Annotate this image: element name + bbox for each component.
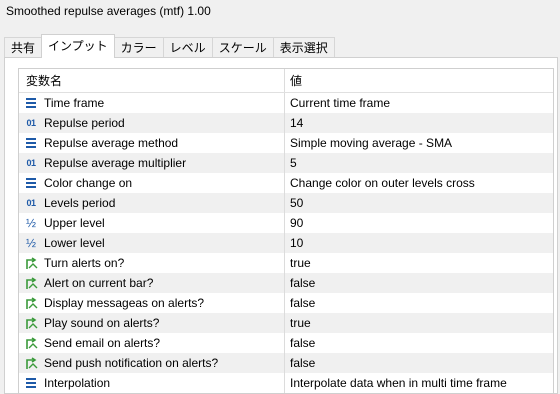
parameter-name: Turn alerts on? (44, 256, 125, 270)
tab-4[interactable]: スケール (211, 37, 274, 58)
parameter-name-cell: Display messageas on alerts? (19, 293, 285, 313)
boolean-icon (24, 316, 38, 330)
table-row[interactable]: Play sound on alerts? true (19, 313, 553, 333)
tab-2[interactable]: カラー (113, 37, 164, 58)
parameter-name: Interpolation (44, 376, 111, 390)
parameter-value[interactable]: 5 (285, 153, 553, 173)
integer-icon: 01 (26, 158, 36, 168)
list-icon (24, 136, 38, 150)
parameter-value[interactable]: false (285, 333, 553, 353)
table-row[interactable]: Repulse average method Simple moving aver… (19, 133, 553, 153)
inputs-table: 変数名 値 Time frame Current time frame 01 Repu… (18, 68, 554, 394)
boolean-icon (24, 296, 38, 310)
parameter-name-cell: Send email on alerts? (19, 333, 285, 353)
boolean-icon (24, 256, 38, 270)
parameter-name: Send push notification on alerts? (44, 356, 219, 370)
table-row[interactable]: ½ Upper level 90 (19, 213, 553, 233)
integer-icon: 01 (26, 118, 36, 128)
parameter-name-cell: ½ Lower level (19, 233, 285, 253)
table-row[interactable]: ½ Lower level 10 (19, 233, 553, 253)
tab-0[interactable]: 共有 (4, 37, 43, 58)
tab-1[interactable]: インプット (41, 34, 115, 58)
tab-bar: 共有 インプット カラー レベル スケール 表示選択 (4, 34, 556, 58)
parameter-name: Levels period (44, 196, 116, 210)
table-row[interactable]: Alert on current bar? false (19, 273, 553, 293)
parameter-name-cell: 01 Repulse period (19, 113, 285, 133)
parameter-name: Repulse average method (44, 136, 179, 150)
inputs-panel: 変数名 値 Time frame Current time frame 01 Repu… (4, 57, 558, 394)
table-body: Time frame Current time frame 01 Repulse pe… (19, 93, 553, 393)
table-row[interactable]: Interpolation Interpolate data when in mu… (19, 373, 553, 393)
boolean-icon (24, 336, 38, 350)
table-row[interactable]: 01 Repulse period 14 (19, 113, 553, 133)
parameter-name: Play sound on alerts? (44, 316, 160, 330)
parameter-value[interactable]: Current time frame (285, 93, 553, 113)
table-row[interactable]: 01 Repulse average multiplier 5 (19, 153, 553, 173)
parameter-name: Repulse average multiplier (44, 156, 187, 170)
parameter-value[interactable]: true (285, 253, 553, 273)
parameter-name-cell: ½ Upper level (19, 213, 285, 233)
boolean-icon (24, 276, 38, 290)
parameter-name-cell: Interpolation (19, 373, 285, 393)
parameter-name: Alert on current bar? (44, 276, 154, 290)
tab-3[interactable]: レベル (162, 37, 213, 58)
parameter-value[interactable]: 50 (285, 193, 553, 213)
table-row[interactable]: Turn alerts on? true (19, 253, 553, 273)
parameter-name-cell: Time frame (19, 93, 285, 113)
parameter-value[interactable]: Interpolate data when in multi time fram… (285, 373, 553, 393)
parameter-name-cell: Turn alerts on? (19, 253, 285, 273)
parameter-name: Lower level (44, 236, 105, 250)
list-icon (24, 176, 38, 190)
parameter-name-cell: Alert on current bar? (19, 273, 285, 293)
table-row[interactable]: Display messageas on alerts? false (19, 293, 553, 313)
parameter-name-cell: 01 Levels period (19, 193, 285, 213)
table-row[interactable]: Time frame Current time frame (19, 93, 553, 113)
parameter-name-cell: Send push notification on alerts? (19, 353, 285, 373)
parameter-value[interactable]: false (285, 273, 553, 293)
integer-icon: 01 (26, 198, 36, 208)
window-title: Smoothed repulse averages (mtf) 1.00 (6, 4, 211, 18)
parameter-name-cell: Repulse average method (19, 133, 285, 153)
parameter-value[interactable]: 14 (285, 113, 553, 133)
column-header-name: 変数名 (19, 69, 285, 92)
table-row[interactable]: Send email on alerts? false (19, 333, 553, 353)
fraction-icon: ½ (25, 216, 36, 230)
column-header-value: 値 (290, 74, 303, 88)
parameter-value[interactable]: 10 (285, 233, 553, 253)
parameter-name: Color change on (44, 176, 133, 190)
parameter-name: Send email on alerts? (44, 336, 161, 350)
parameter-value[interactable]: true (285, 313, 553, 333)
table-header: 変数名 値 (19, 69, 553, 93)
list-icon (24, 96, 38, 110)
parameter-value[interactable]: false (285, 353, 553, 373)
parameter-name-cell: 01 Repulse average multiplier (19, 153, 285, 173)
tab-5[interactable]: 表示選択 (272, 37, 335, 58)
parameter-value[interactable]: Change color on outer levels cross (285, 173, 553, 193)
parameter-name: Repulse period (44, 116, 125, 130)
parameter-name: Time frame (44, 96, 105, 110)
parameter-name-cell: Play sound on alerts? (19, 313, 285, 333)
parameter-name: Upper level (44, 216, 105, 230)
table-row[interactable]: Send push notification on alerts? false (19, 353, 553, 373)
parameter-value[interactable]: false (285, 293, 553, 313)
parameter-name: Display messageas on alerts? (44, 296, 205, 310)
fraction-icon: ½ (25, 236, 36, 250)
parameter-name-cell: Color change on (19, 173, 285, 193)
table-row[interactable]: 01 Levels period 50 (19, 193, 553, 213)
table-row[interactable]: Color change on Change color on outer lev… (19, 173, 553, 193)
parameter-value[interactable]: 90 (285, 213, 553, 233)
list-icon (24, 376, 38, 390)
parameter-value[interactable]: Simple moving average - SMA (285, 133, 553, 153)
boolean-icon (24, 356, 38, 370)
